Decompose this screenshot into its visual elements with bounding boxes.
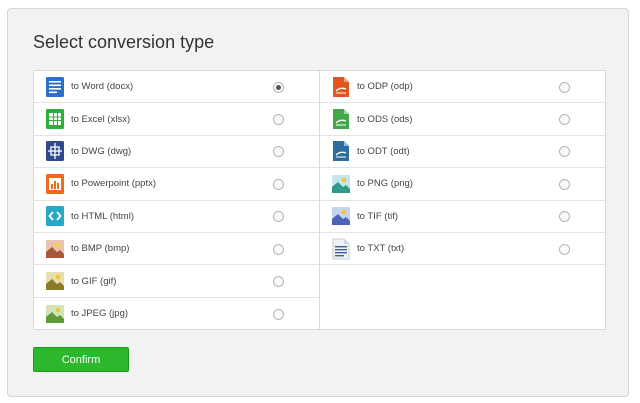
option-ods[interactable]: to ODS (ods) (320, 103, 605, 136)
jpeg-image-icon (45, 303, 65, 325)
confirm-button[interactable]: Confirm (33, 347, 129, 372)
option-label: to Excel (xlsx) (71, 113, 131, 125)
option-label: to BMP (bmp) (71, 243, 130, 255)
html-code-icon (45, 205, 65, 227)
gif-image-icon (45, 270, 65, 292)
option-word[interactable]: to Word (docx) (34, 71, 319, 104)
option-label: to ODT (odt) (357, 145, 410, 157)
option-label: to PNG (png) (357, 178, 413, 190)
option-radio[interactable] (559, 178, 570, 190)
word-doc-icon (45, 76, 65, 98)
txt-file-icon (331, 238, 351, 260)
option-radio[interactable] (273, 81, 284, 93)
conversion-options-grid: to Word (docx) to Excel (xlsx) to DWG (d… (33, 70, 606, 330)
option-label: to GIF (gif) (71, 275, 117, 287)
option-label: to TXT (txt) (357, 243, 405, 255)
option-txt[interactable]: to TXT (txt) (320, 233, 605, 266)
dwg-drawing-icon (45, 140, 65, 162)
option-dwg[interactable]: to DWG (dwg) (34, 136, 319, 169)
png-image-icon (331, 173, 351, 195)
option-tif[interactable]: to TIF (tif) (320, 201, 605, 233)
option-radio[interactable] (273, 146, 284, 158)
tif-image-icon (331, 205, 351, 227)
option-radio[interactable] (273, 114, 284, 126)
option-radio[interactable] (559, 81, 570, 93)
option-radio[interactable] (559, 243, 570, 255)
ods-spreadsheet-icon (331, 108, 351, 130)
powerpoint-icon (45, 173, 65, 195)
option-radio[interactable] (559, 114, 570, 126)
option-png[interactable]: to PNG (png) (320, 168, 605, 201)
odt-text-icon (331, 140, 351, 162)
option-label: to ODS (ods) (357, 113, 413, 125)
option-radio[interactable] (559, 146, 570, 158)
option-label: to HTML (html) (71, 210, 134, 222)
bmp-image-icon (45, 238, 65, 260)
option-bmp[interactable]: to BMP (bmp) (34, 233, 319, 266)
options-column-left: to Word (docx) to Excel (xlsx) to DWG (d… (34, 71, 320, 329)
option-radio[interactable] (273, 178, 284, 190)
option-odp[interactable]: to ODP (odp) (320, 71, 605, 104)
option-label: to JPEG (jpg) (71, 308, 129, 320)
option-radio[interactable] (559, 211, 570, 223)
option-radio[interactable] (273, 308, 284, 320)
option-label: to Word (docx) (71, 81, 134, 93)
option-odt[interactable]: to ODT (odt) (320, 136, 605, 169)
option-radio[interactable] (273, 276, 284, 288)
excel-sheet-icon (45, 108, 65, 130)
option-radio[interactable] (273, 211, 284, 223)
option-gif[interactable]: to GIF (gif) (34, 265, 319, 298)
option-label: to Powerpoint (pptx) (71, 178, 157, 190)
panel-title: Select conversion type (33, 32, 215, 52)
option-jpeg[interactable]: to JPEG (jpg) (34, 298, 319, 330)
option-label: to TIF (tif) (357, 210, 398, 222)
option-label: to DWG (dwg) (71, 145, 132, 157)
option-label: to ODP (odp) (357, 81, 413, 93)
options-column-right: to ODP (odp) to ODS (ods) to ODT (odt) t… (320, 71, 605, 329)
option-powerpoint[interactable]: to Powerpoint (pptx) (34, 168, 319, 201)
odp-presentation-icon (331, 76, 351, 98)
conversion-panel: Select conversion type to Word (docx) to… (7, 8, 629, 397)
option-excel[interactable]: to Excel (xlsx) (34, 103, 319, 136)
option-radio[interactable] (273, 243, 284, 255)
option-html[interactable]: to HTML (html) (34, 201, 319, 233)
